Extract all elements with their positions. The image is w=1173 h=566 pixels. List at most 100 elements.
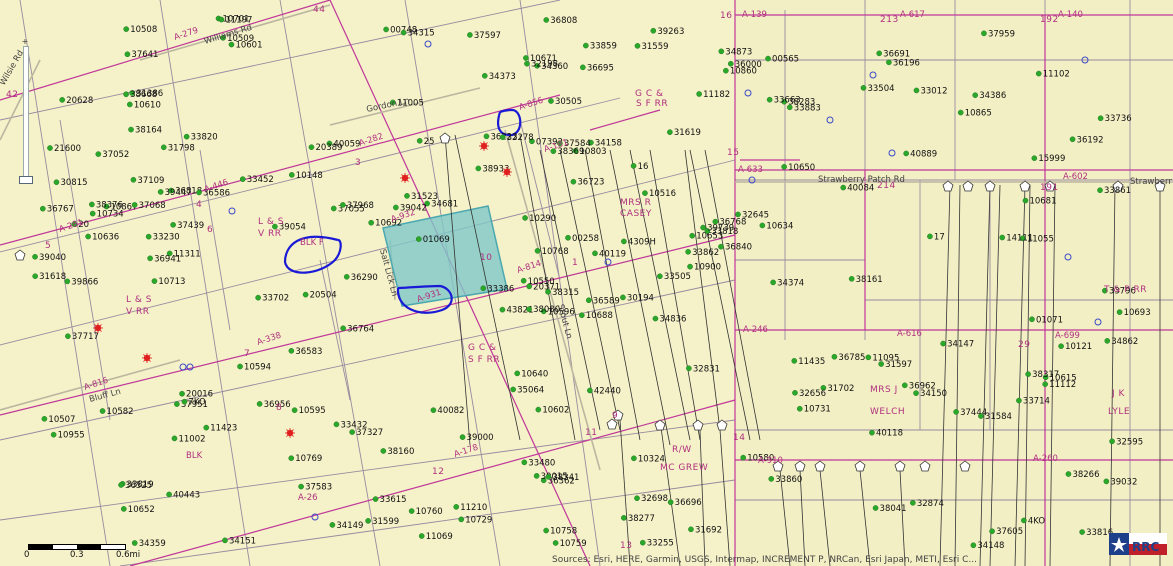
well-label: 16 [638, 162, 649, 172]
well-label: 30815 [60, 178, 87, 188]
well-icon [166, 491, 172, 498]
well-label: 34873 [725, 47, 752, 57]
well-label: 33386 [487, 284, 514, 294]
scale-label-2: 0.6mi [116, 550, 141, 560]
well-icon [621, 515, 627, 521]
well-icon [499, 134, 506, 140]
survey-label: V RR [258, 229, 282, 239]
well-label: 32874 [917, 499, 944, 509]
rrc-logo[interactable]: RRC [1109, 530, 1167, 558]
survey-label: G C & [635, 89, 664, 99]
survey-label: R/W [672, 445, 692, 455]
well-label: 11102 [1043, 70, 1070, 80]
well-label: 30505 [555, 97, 582, 107]
well-label: 38160 [387, 447, 414, 457]
well-label: 37109 [137, 176, 164, 186]
well-icon [458, 516, 465, 523]
well-label: 33480 [528, 458, 555, 468]
well-label: 36785 [838, 353, 865, 363]
well-label: 40082 [437, 406, 464, 416]
well-label: 42440 [594, 386, 621, 396]
scale-label-1: 0.3 [70, 550, 84, 560]
well-icon [288, 348, 295, 354]
well-label: 38376 [96, 200, 123, 210]
well-icon [128, 126, 134, 133]
well-icon [688, 526, 694, 533]
section-number: 192 [1040, 15, 1059, 25]
well-icon [372, 496, 379, 502]
well-icon [766, 96, 773, 103]
well-icon [499, 306, 506, 313]
survey-label: S F RR [468, 355, 500, 365]
well-icon [368, 219, 374, 226]
well-label: 36525 [125, 481, 152, 491]
well-icon [32, 273, 38, 280]
well-label: 10582 [107, 407, 134, 417]
well-label: 34151 [229, 536, 256, 546]
permit-well [93, 323, 103, 333]
survey-label: LYLE [1108, 407, 1130, 417]
well-label: 10860 [730, 67, 757, 77]
well-icon [1097, 187, 1103, 194]
well-label: 34836 [659, 315, 686, 325]
well-label: 34149 [336, 521, 363, 531]
well-icon [686, 365, 692, 372]
well-icon [291, 407, 298, 413]
well-icon [288, 172, 295, 178]
survey-label: BLK [186, 451, 203, 461]
zoom-handle[interactable] [19, 176, 33, 184]
zoom-track[interactable] [23, 46, 29, 182]
well-icon [848, 276, 855, 282]
well-icon [64, 278, 71, 285]
well-label: 38341 [552, 473, 579, 483]
well-icon [565, 234, 571, 241]
well-icon [667, 129, 673, 135]
well-icon [160, 144, 167, 151]
section-number: 44 [313, 5, 325, 15]
well-label: 35064 [517, 385, 544, 395]
well-icon [118, 482, 124, 488]
well-label: 34315 [408, 29, 435, 39]
well-icon [913, 87, 920, 94]
well-icon [583, 42, 589, 49]
well-icon [365, 518, 371, 524]
permit-well [285, 428, 295, 438]
well-label: 33255 [647, 539, 674, 549]
well-label: 33432 [340, 420, 367, 430]
well-icon [639, 539, 646, 546]
well-label: 11002 [178, 434, 205, 444]
well-label: 40119 [599, 249, 626, 259]
well-icon [89, 210, 96, 217]
well-icon [481, 72, 488, 79]
well-label: 32278 [507, 133, 534, 143]
well-label: 36589 [593, 296, 620, 306]
well-label: 20628 [66, 96, 93, 106]
well-icon [552, 540, 559, 546]
well-label: 38161 [856, 275, 883, 285]
well-label: 4309H [628, 237, 656, 247]
well-icon [579, 312, 585, 319]
survey-label: MC GREW [660, 463, 708, 473]
well-label: 37583 [305, 483, 332, 493]
well-icon [124, 51, 131, 58]
well-label: 37605 [996, 527, 1023, 537]
survey-label: MRS R [620, 198, 651, 208]
section-number: 8 [276, 403, 282, 413]
well-label: 38668 [130, 90, 157, 100]
zoom-in-icon[interactable]: + [20, 38, 30, 46]
well-label: 10650 [788, 163, 815, 173]
well-label: 14111 [1006, 234, 1033, 244]
section-number: 14 [733, 433, 745, 443]
well-label: 36808 [550, 16, 577, 26]
well-label: 37717 [72, 332, 99, 342]
map-canvas[interactable]: 1068831798203713381910653373270056534158… [0, 0, 1173, 566]
well-icon [1065, 471, 1072, 477]
well-icon [127, 101, 133, 108]
well-label: 31692 [695, 525, 722, 535]
well-icon [467, 32, 473, 38]
well-label: 10595 [299, 406, 326, 416]
zoom-slider[interactable]: + [18, 38, 33, 188]
well-label: 11112 [1049, 380, 1076, 390]
well-icon [718, 243, 724, 250]
section-number: 4 [196, 200, 202, 210]
